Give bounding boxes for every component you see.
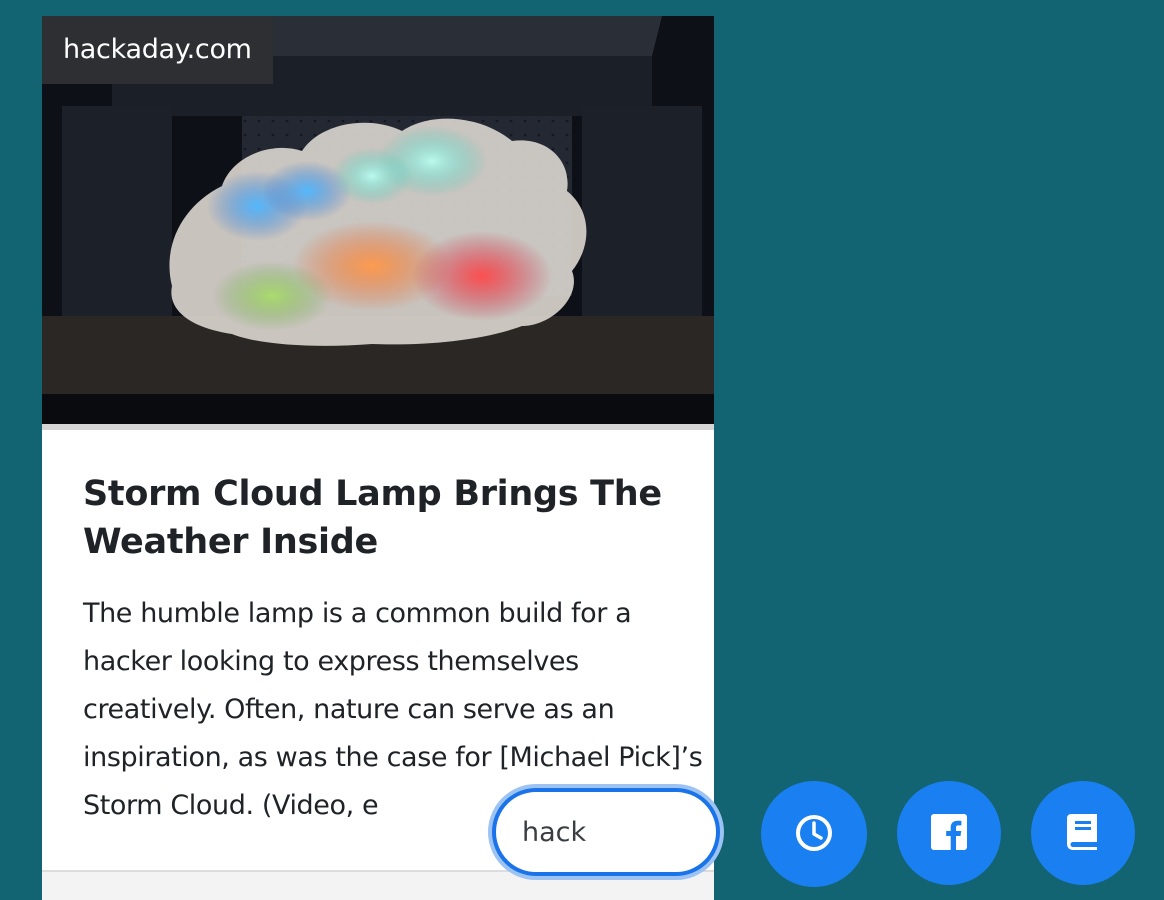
clock-icon	[794, 813, 834, 856]
search-focus-ring	[488, 784, 724, 880]
facebook-icon	[931, 813, 967, 853]
article-card[interactable]: hackaday.com Storm Cloud Lamp Brings The…	[42, 16, 714, 900]
history-button[interactable]	[761, 781, 867, 887]
article-title[interactable]: Storm Cloud Lamp Brings The Weather Insi…	[83, 470, 683, 566]
search-input[interactable]	[492, 788, 720, 876]
article-image: hackaday.com	[42, 16, 714, 424]
image-divider	[42, 424, 714, 430]
facebook-button[interactable]	[897, 781, 1001, 885]
reading-list-button[interactable]	[1031, 781, 1135, 885]
book-icon	[1065, 812, 1101, 855]
source-badge: hackaday.com	[42, 16, 273, 84]
